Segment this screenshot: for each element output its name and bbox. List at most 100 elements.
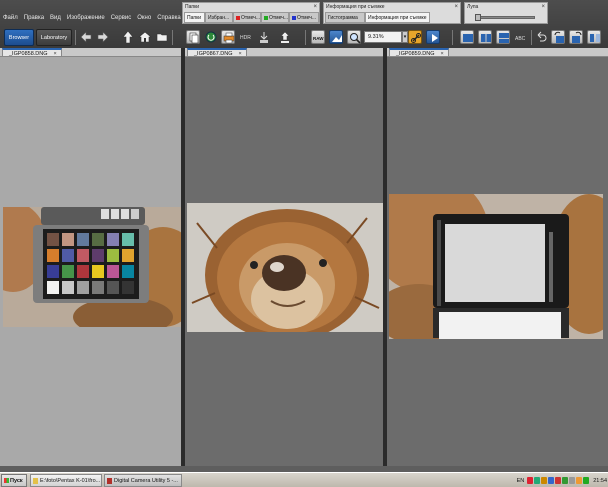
color-patch — [77, 233, 89, 246]
taskbar-task-explorer[interactable]: E:\foto\Pentax K-01\fro... — [30, 474, 102, 487]
slideshow-icon[interactable] — [426, 30, 440, 44]
zoom-icon[interactable] — [347, 30, 361, 44]
menu-file[interactable]: Файл — [0, 12, 21, 24]
rotate-left-icon[interactable] — [551, 30, 565, 44]
folders-palette: Папки × Папки Избран... Отмеч... Отмеч..… — [182, 2, 320, 24]
taskbar-task-dcu[interactable]: Digital Camera Utility 5 -... — [104, 474, 182, 487]
loupe-zoom-slider[interactable] — [475, 16, 535, 19]
close-icon[interactable]: × — [441, 51, 444, 57]
browser-mode-button[interactable]: Browser — [4, 29, 34, 46]
image-pane-2[interactable]: _IGP0867.DNG × — [185, 48, 383, 466]
tab-histogram[interactable]: Гистограмма — [325, 12, 365, 23]
svg-text:HDR: HDR — [240, 35, 251, 41]
tray-app-icon[interactable] — [583, 477, 590, 484]
tray-app-icon[interactable] — [555, 477, 562, 484]
svg-text:RAW: RAW — [313, 36, 324, 41]
pane-file-tab[interactable]: _IGP0867.DNG × — [187, 48, 247, 57]
color-patch — [107, 281, 119, 294]
close-icon[interactable]: × — [454, 3, 458, 11]
color-patch — [62, 233, 74, 246]
color-patch — [92, 281, 104, 294]
blue-tag-icon — [292, 15, 296, 20]
photo-color-checker — [3, 207, 181, 327]
compare-view-icon[interactable] — [496, 30, 510, 44]
menu-window[interactable]: Окно — [134, 12, 154, 24]
print-icon[interactable] — [221, 30, 235, 44]
tab-shooting-info[interactable]: Информация при съемке — [365, 12, 430, 23]
color-patch — [122, 233, 134, 246]
rotate-right-icon[interactable] — [569, 30, 583, 44]
color-patch — [62, 281, 74, 294]
folder-icon[interactable] — [155, 30, 169, 44]
tray-app-icon[interactable] — [527, 477, 534, 484]
language-indicator[interactable]: EN — [517, 478, 525, 484]
copy-icon[interactable] — [186, 30, 200, 44]
tab-marked-red[interactable]: Отмеч... — [233, 12, 261, 23]
close-icon[interactable]: × — [239, 51, 242, 57]
palette-tabs: Гистограмма Информация при съемке — [325, 12, 430, 23]
tray-app-icon[interactable] — [569, 477, 576, 484]
tray-app-icon[interactable] — [534, 477, 541, 484]
flip-icon[interactable] — [587, 30, 601, 44]
menu-image[interactable]: Изображение — [64, 12, 108, 24]
shooting-info-palette: Информация при съемке × Гистограмма Инфо… — [323, 2, 461, 24]
tab-folders[interactable]: Папки — [184, 12, 205, 23]
color-patch — [62, 265, 74, 278]
menu-edit[interactable]: Правка — [21, 12, 47, 24]
image-pane-1[interactable]: _IGP0858.DNG × — [0, 48, 181, 466]
hdr-icon[interactable]: HDR — [239, 30, 253, 44]
color-patch — [47, 249, 59, 262]
close-icon[interactable]: × — [313, 3, 317, 11]
dual-view-icon[interactable] — [478, 30, 492, 44]
tab-marked-blue[interactable]: Отмеч... — [289, 12, 319, 23]
image-pane-3[interactable]: _IGP0859.DNG × — [387, 48, 608, 466]
windows-logo-icon — [4, 478, 9, 483]
undo-icon[interactable] — [534, 30, 548, 44]
close-icon[interactable]: × — [54, 51, 57, 57]
loupe-palette: Лупа × — [464, 2, 548, 24]
red-tag-icon — [236, 15, 240, 20]
forward-arrow-icon[interactable] — [96, 30, 110, 44]
toolbar-separator — [75, 30, 76, 45]
tray-app-icon[interactable] — [548, 477, 555, 484]
menu-view[interactable]: Вид — [47, 12, 64, 24]
up-folder-icon[interactable] — [121, 30, 135, 44]
tab-favorites[interactable]: Избран... — [205, 12, 233, 23]
develop-icon[interactable] — [257, 30, 271, 44]
save-icon[interactable] — [278, 30, 292, 44]
link-icon[interactable] — [408, 30, 422, 44]
photo-lion-toy — [187, 203, 383, 332]
back-arrow-icon[interactable] — [79, 30, 93, 44]
tab-marked-green[interactable]: Отмеч... — [261, 12, 289, 23]
menu-tools[interactable]: Сервис — [108, 12, 135, 24]
color-patch — [47, 265, 59, 278]
raw-icon[interactable]: RAW — [311, 30, 325, 44]
rename-icon[interactable]: ABC — [514, 30, 528, 44]
loupe-zoom-thumb[interactable] — [475, 14, 481, 21]
pane-file-tab[interactable]: _IGP0859.DNG × — [389, 48, 449, 57]
app-header: Файл Правка Вид Изображение Сервис Окно … — [0, 0, 608, 48]
color-patch — [107, 265, 119, 278]
color-patch — [107, 249, 119, 262]
image-view-icon[interactable] — [329, 30, 343, 44]
toolbar-separator — [172, 30, 173, 45]
laboratory-mode-button[interactable]: Laboratory — [36, 29, 72, 46]
green-tag-icon — [264, 15, 268, 20]
close-icon[interactable]: × — [541, 3, 545, 11]
start-button[interactable]: Пуск — [1, 474, 27, 487]
main-toolbar: Browser Laboratory HDR RAW 9.31% ▾ ABC — [0, 27, 608, 48]
menu-help[interactable]: Справка — [154, 12, 184, 24]
zoom-input[interactable]: 9.31% — [364, 31, 402, 43]
single-view-icon[interactable] — [460, 30, 474, 44]
refresh-icon[interactable] — [204, 30, 218, 44]
pane-file-tab[interactable]: _IGP0858.DNG × — [2, 48, 62, 57]
menu-bar: Файл Правка Вид Изображение Сервис Окно … — [0, 12, 184, 24]
dcu-window: Файл Правка Вид Изображение Сервис Окно … — [0, 0, 608, 487]
tray-clock: 21:54 — [593, 477, 607, 484]
home-icon[interactable] — [138, 30, 152, 44]
tray-app-icon[interactable] — [576, 477, 583, 484]
tray-app-icon[interactable] — [541, 477, 548, 484]
color-patch — [47, 233, 59, 246]
tray-app-icon[interactable] — [562, 477, 569, 484]
color-patch — [62, 249, 74, 262]
